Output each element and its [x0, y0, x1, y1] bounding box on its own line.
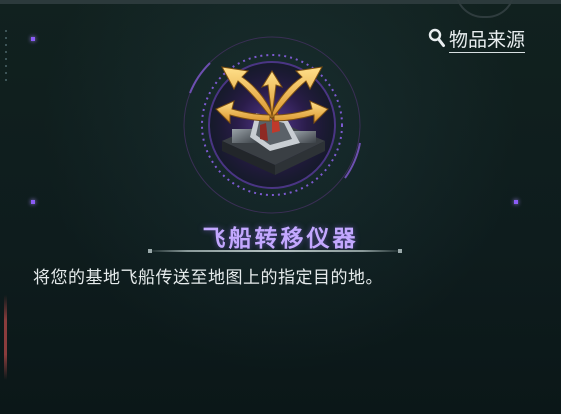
item-description: 将您的基地飞船传送至地图上的指定目的地。 — [33, 268, 383, 288]
search-icon — [428, 28, 446, 53]
item-detail-panel: 物品来源 飞船转移仪器 将您的基地飞船传送至地图上的指定目的地。 — [0, 0, 561, 414]
item-source-label: 物品来源 — [448, 28, 525, 53]
title-divider — [148, 249, 402, 253]
item-name: 飞船转移仪器 — [202, 225, 359, 252]
left-dotted-rail — [5, 30, 7, 85]
gear-decoration — [455, 0, 515, 18]
ship-transfer-item-icon — [160, 33, 384, 223]
left-accent-bar — [4, 295, 7, 380]
sparkle-decoration — [31, 200, 35, 204]
item-source-link[interactable]: 物品来源 — [428, 28, 525, 53]
sparkle-decoration — [31, 37, 35, 41]
sparkle-decoration — [514, 200, 518, 204]
